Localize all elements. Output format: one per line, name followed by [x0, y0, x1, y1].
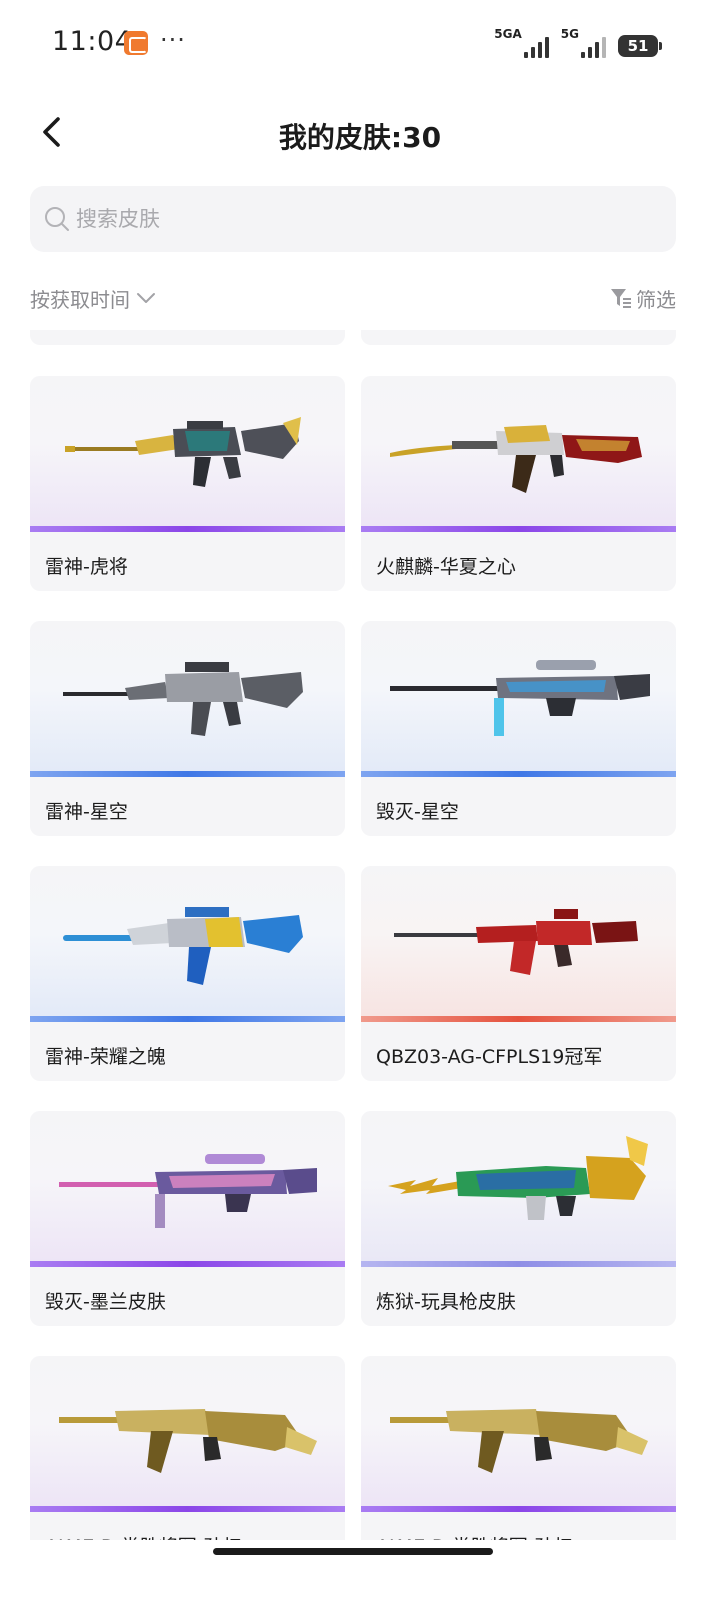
weapon-image — [63, 662, 303, 736]
skin-artwork — [30, 1356, 345, 1506]
skin-card-partial[interactable] — [30, 330, 345, 345]
rarity-bar — [30, 771, 345, 777]
rarity-bar — [30, 1016, 345, 1022]
weapon-image — [394, 909, 638, 975]
skin-name: AK47-B-常胜将军-孙权 — [45, 1532, 242, 1540]
weapon-image — [390, 425, 642, 493]
skin-card[interactable]: AK47-B-常胜将军-孙权 — [361, 1356, 676, 1540]
filter-label: 筛选 — [636, 287, 676, 312]
rarity-bar — [30, 1506, 345, 1512]
weapon-image — [65, 417, 301, 487]
app-header: 我的皮肤:30 — [0, 96, 720, 176]
skin-artwork — [361, 1356, 676, 1506]
skin-card-partial[interactable] — [361, 330, 676, 345]
home-indicator[interactable] — [213, 1548, 493, 1555]
rarity-bar — [361, 1506, 676, 1512]
status-icons: 5GA 5G 51 — [494, 27, 662, 58]
rarity-bar — [361, 1016, 676, 1022]
weapon-image — [63, 907, 303, 985]
signal-2-label: 5G — [560, 27, 579, 41]
chevron-down-icon — [137, 293, 155, 303]
skin-name: AK47-B-常胜将军-孙权 — [376, 1532, 573, 1540]
skin-name: 炼狱-玩具枪皮肤 — [376, 1291, 516, 1313]
weapon-image — [59, 1154, 317, 1228]
skin-artwork — [30, 621, 345, 771]
weapon-image — [390, 660, 650, 736]
skin-card[interactable]: 毁灭-墨兰皮肤 — [30, 1111, 345, 1326]
search-icon — [45, 207, 69, 231]
skin-card[interactable]: QBZ03-AG-CFPLS19冠军 — [361, 866, 676, 1081]
status-bar: 11:04 ··· 5GA 5G 51 — [0, 0, 720, 86]
skin-artwork — [30, 866, 345, 1016]
rarity-bar — [361, 771, 676, 777]
skin-card[interactable]: 炼狱-玩具枪皮肤 — [361, 1111, 676, 1326]
skin-name: 毁灭-星空 — [376, 801, 459, 823]
skin-card[interactable]: 雷神-荣耀之魄 — [30, 866, 345, 1081]
rarity-bar — [361, 1261, 676, 1267]
skin-list[interactable]: 雷神-虎将 火麒麟-华夏之心 雷神-星空 毁灭-星空 雷神-荣耀之魄 QBZ03… — [0, 330, 720, 1540]
signal-2-icon — [581, 34, 606, 58]
app-notification-icon — [124, 31, 148, 55]
sort-label: 按获取时间 — [30, 287, 130, 312]
skin-artwork — [361, 1111, 676, 1261]
sort-dropdown[interactable]: 按获取时间 — [30, 282, 156, 314]
filter-button[interactable]: 筛选 — [610, 282, 676, 314]
weapon-image — [390, 1409, 648, 1473]
skin-card[interactable]: 火麒麟-华夏之心 — [361, 376, 676, 591]
skin-name: 雷神-荣耀之魄 — [45, 1046, 166, 1068]
signal-1-label: 5GA — [494, 27, 522, 41]
filter-icon — [611, 289, 631, 308]
skin-card[interactable]: AK47-B-常胜将军-孙权 — [30, 1356, 345, 1540]
skin-artwork — [30, 1111, 345, 1261]
skin-card[interactable]: 毁灭-星空 — [361, 621, 676, 836]
skin-artwork — [361, 376, 676, 526]
weapon-image — [59, 1409, 317, 1473]
skin-card[interactable]: 雷神-虎将 — [30, 376, 345, 591]
clock: 11:04 — [52, 26, 133, 57]
rarity-bar — [361, 526, 676, 532]
rarity-bar — [30, 526, 345, 532]
search-box[interactable] — [30, 186, 676, 252]
signal-1-icon — [523, 34, 549, 58]
skin-name: 雷神-星空 — [45, 801, 128, 823]
skin-card[interactable]: 雷神-星空 — [30, 621, 345, 836]
search-input[interactable] — [76, 186, 656, 252]
battery-icon: 51 — [618, 35, 662, 57]
skin-name: 火麒麟-华夏之心 — [376, 556, 516, 578]
skin-artwork — [30, 376, 345, 526]
more-notifications-icon: ··· — [160, 26, 186, 54]
skin-name: QBZ03-AG-CFPLS19冠军 — [376, 1046, 603, 1068]
rarity-bar — [30, 1261, 345, 1267]
skin-name: 毁灭-墨兰皮肤 — [45, 1291, 166, 1313]
page-title: 我的皮肤:30 — [278, 121, 442, 154]
weapon-image — [388, 1136, 648, 1220]
skin-artwork — [361, 866, 676, 1016]
skin-name: 雷神-虎将 — [45, 556, 128, 578]
skin-artwork — [361, 621, 676, 771]
